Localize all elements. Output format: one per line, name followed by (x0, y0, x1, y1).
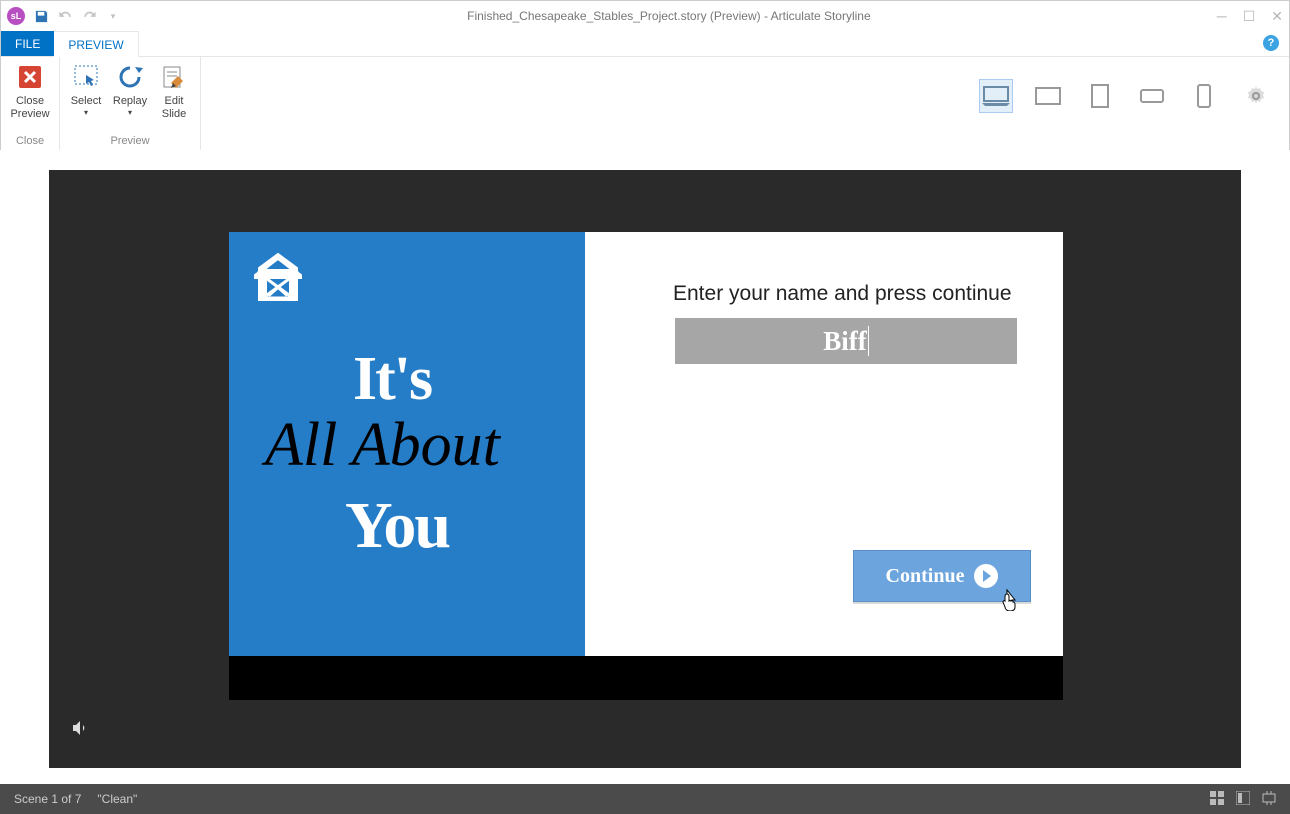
minimize-icon[interactable]: ─ (1217, 8, 1227, 25)
undo-icon[interactable] (57, 8, 73, 24)
heading-all-about: All About (265, 410, 500, 481)
device-phone-portrait-button[interactable] (1187, 79, 1221, 113)
storyview-icon[interactable] (1210, 791, 1224, 808)
ribbon-group-preview: Preview (110, 132, 149, 150)
heading-you: You (345, 488, 449, 564)
status-scene: Scene 1 of 7 (14, 792, 81, 806)
name-input[interactable]: Biff (675, 318, 1017, 364)
select-button[interactable]: Select ▾ (66, 61, 106, 132)
redo-icon[interactable] (81, 8, 97, 24)
help-icon[interactable]: ? (1263, 35, 1279, 51)
window-title: Finished_Chesapeake_Stables_Project.stor… (121, 9, 1217, 23)
tab-file[interactable]: FILE (1, 31, 54, 56)
device-desktop-button[interactable] (979, 79, 1013, 113)
select-icon (70, 61, 102, 93)
device-tablet-portrait-button[interactable] (1083, 79, 1117, 113)
replay-button[interactable]: Replay ▾ (110, 61, 150, 132)
status-layer: "Clean" (97, 792, 137, 806)
ribbon: Close Preview Close Select ▾ Replay ▾ (1, 57, 1289, 151)
tab-preview[interactable]: PREVIEW (54, 31, 138, 57)
close-window-icon[interactable]: ✕ (1271, 8, 1283, 25)
volume-icon[interactable] (71, 719, 89, 742)
qat-dropdown-icon[interactable]: ▾ (105, 8, 121, 24)
ribbon-tabs: FILE PREVIEW ? (1, 31, 1289, 57)
device-toolbar (979, 79, 1273, 113)
cursor-pointer-icon (1001, 589, 1019, 616)
maximize-icon[interactable]: ☐ (1243, 8, 1256, 25)
edit-slide-icon (158, 61, 190, 93)
settings-gear-button[interactable] (1239, 79, 1273, 113)
save-icon[interactable] (33, 8, 49, 24)
preview-stage: It's All About You Enter your name and p… (49, 170, 1241, 768)
status-bar: Scene 1 of 7 "Clean" (0, 784, 1290, 814)
ribbon-group-close: Close (16, 132, 44, 150)
device-phone-landscape-button[interactable] (1135, 79, 1169, 113)
slide-content: It's All About You Enter your name and p… (229, 232, 1063, 656)
close-preview-icon (14, 61, 46, 93)
name-prompt-label: Enter your name and press continue (673, 282, 1012, 306)
slide-left-panel: It's All About You (229, 232, 585, 656)
slide: It's All About You Enter your name and p… (229, 232, 1063, 700)
edit-slide-button[interactable]: Edit Slide (154, 61, 194, 132)
preview-canvas: It's All About You Enter your name and p… (0, 150, 1290, 784)
barn-icon (253, 252, 303, 307)
title-bar: sL ▾ Finished_Chesapeake_Stables_Project… (1, 1, 1289, 31)
fit-icon[interactable] (1262, 791, 1276, 808)
play-circle-icon (974, 564, 998, 588)
app-badge-icon: sL (7, 7, 25, 25)
close-preview-button[interactable]: Close Preview (7, 61, 53, 132)
replay-icon (114, 61, 146, 93)
heading-its: It's (353, 344, 431, 415)
device-tablet-landscape-button[interactable] (1031, 79, 1065, 113)
slideview-icon[interactable] (1236, 791, 1250, 808)
